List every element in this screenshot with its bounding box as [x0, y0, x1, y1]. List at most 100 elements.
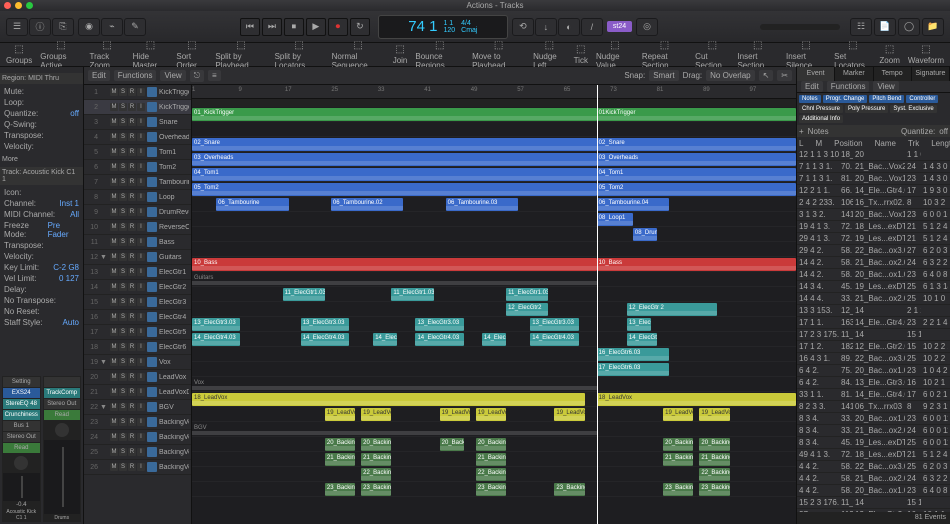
track-lane[interactable]: 13_ElecGtr3.03 13_ElecGtr3.03 13_ElecGtr3.…: [192, 317, 796, 332]
event-row[interactable]: 6 4 2.84.13_Ele...Gtr3.041610 2 1 1.: [797, 377, 950, 389]
track-header-tom2[interactable]: 6MSRITom2: [84, 160, 191, 175]
track-lane[interactable]: 19_LeadVoxD19_LeadVoxD19_LeadVoxD19_Lead…: [192, 407, 796, 422]
region[interactable]: 22_BackingVox: [476, 468, 506, 481]
region[interactable]: BGV: [192, 423, 597, 436]
region[interactable]: 01KickTrigger: [597, 108, 796, 121]
track-header-kicktrigger[interactable]: 1MSRIKickTrigger: [84, 85, 191, 100]
region[interactable]: 19_LeadVoxD: [699, 408, 729, 421]
inspector-row[interactable]: Vel Limit:0 127: [4, 273, 79, 284]
track-header-overheads[interactable]: 4MSRIOverheads: [84, 130, 191, 145]
region[interactable]: 23_BackingVox: [699, 483, 729, 496]
region[interactable]: 13_ElecGtr3.03: [627, 318, 651, 331]
region[interactable]: 06_Tambourine: [216, 198, 288, 211]
region[interactable]: 19_LeadVoxD: [663, 408, 693, 421]
region[interactable]: 02_Snare: [597, 138, 796, 151]
event-list[interactable]: 12 1 1 3 102.18_Les...x01.01201 1 0 168.…: [797, 149, 950, 512]
region[interactable]: 21_BackingVox: [663, 453, 693, 466]
event-row[interactable]: 12 1 1 3 102.18_Les...x01.01201 1 0 168.: [797, 149, 950, 161]
rewind-button[interactable]: ⏮: [240, 18, 260, 36]
event-row[interactable]: 33 1 1.81.14_Ele...Gtr4.04176 0 2 1.: [797, 389, 950, 401]
output-slot-2[interactable]: Stereo Out: [44, 399, 81, 409]
track-header-snare[interactable]: 3MSRISnare: [84, 115, 191, 130]
inspector-row[interactable]: Transpose:: [4, 240, 79, 251]
event-row[interactable]: 15 2 3 176.11_Ele...Gtr1.021415 1 2 2.: [797, 497, 950, 509]
lcd-display[interactable]: 74 1 1 1 120 4/4 Cmaj: [378, 15, 508, 39]
fx-slot-2[interactable]: TrackComp: [44, 388, 81, 398]
track-header-elecgtr2[interactable]: 14MSRIElecGtr2: [84, 280, 191, 295]
region[interactable]: 19_LeadVoxD: [554, 408, 584, 421]
track-header-backingvox2[interactable]: 24MSRIBackingVox2: [84, 430, 191, 445]
minimize-icon[interactable]: [15, 2, 22, 9]
region[interactable]: 23_BackingVox: [476, 483, 506, 496]
track-header-tambourine[interactable]: 7MSRITambourine: [84, 175, 191, 190]
output-slot[interactable]: Stereo Out: [3, 432, 40, 442]
library-button[interactable]: ☰: [6, 18, 28, 36]
toolbar-nudge-value[interactable]: ⬚Nudge Value: [596, 40, 634, 70]
track-inspector-header[interactable]: Track: Acoustic Kick C1 1: [0, 167, 83, 185]
event-row[interactable]: 2 4 2 233.106.16_Tx...rrx02.810 3 2 141.: [797, 197, 950, 209]
midi-button[interactable]: ◎: [636, 18, 658, 36]
event-row[interactable]: 8 3 4.33.20_Bac...ox1.03236 0 0 116.: [797, 413, 950, 425]
event-row[interactable]: 12 2 1 1.66.14_Ele...Gtr4.02171 9 3 0.: [797, 185, 950, 197]
track-header-backingvox3[interactable]: 25MSRIBackingVox3: [84, 445, 191, 460]
column-header[interactable]: Position: [834, 139, 862, 148]
region[interactable]: 13_ElecGtr3.03: [301, 318, 349, 331]
track-header-vox[interactable]: 19▼MSRIVox: [84, 355, 191, 370]
region[interactable]: 14_ElecGtr4.03: [415, 333, 463, 346]
region[interactable]: 10_Bass: [192, 258, 597, 271]
region[interactable]: 04_Tom1: [192, 168, 597, 181]
inspector-row[interactable]: Icon:: [4, 187, 79, 198]
event-row[interactable]: 3 1 3 2.141.20_Bac...Vox1.01236 0 0 16.: [797, 209, 950, 221]
inspector-row[interactable]: Delay:: [4, 284, 79, 295]
track-lane[interactable]: 03_Overheads03_Overheads: [192, 152, 796, 167]
close-icon[interactable]: [4, 2, 11, 9]
toolbar-split-by-playhead[interactable]: ⬚Split by Playhead: [215, 40, 266, 70]
setting-slot-2[interactable]: [44, 377, 81, 387]
region[interactable]: 06_Tambourine.03: [446, 198, 518, 211]
inspector-row[interactable]: Transpose:: [4, 130, 79, 141]
region-inspector-header[interactable]: Region: MIDI Thru: [0, 73, 83, 84]
cycle-button[interactable]: ↻: [350, 18, 370, 36]
region[interactable]: 23_BackingVox: [554, 483, 584, 496]
event-row[interactable]: 7 1 1 3 1.81.20_Bac...Vox1.01231 4 3 0.: [797, 173, 950, 185]
toolbar-zoom[interactable]: ⬚Zoom: [879, 44, 899, 65]
automation-toggle[interactable]: ⎋: [190, 70, 204, 82]
toolbar-waveform[interactable]: ⬚Waveform: [908, 44, 944, 65]
region[interactable]: 14_ElecGtr4.04: [482, 333, 506, 346]
track-header-elecgtr6[interactable]: 18MSRIElecGtr6: [84, 340, 191, 355]
quantize-value[interactable]: off: [939, 127, 948, 136]
inspector-row[interactable]: Key Limit:C-2 G8: [4, 262, 79, 273]
filter-controller[interactable]: Controller: [906, 95, 938, 103]
track-header-backingvox1[interactable]: 23MSRIBackingVox1: [84, 415, 191, 430]
track-header-bass[interactable]: 11MSRIBass: [84, 235, 191, 250]
event-row[interactable]: 29 4 1 3.72.19_Les...exDT.01215 1 2 4.: [797, 233, 950, 245]
drag-value[interactable]: No Overlap: [706, 70, 754, 81]
track-lane[interactable]: 06_Tambourine06_Tambourine.0206_Tambouri…: [192, 197, 796, 212]
region[interactable]: 20_Backi: [440, 438, 464, 451]
region[interactable]: 13_ElecGtr3.03: [415, 318, 463, 331]
column-header[interactable]: Length: [931, 139, 950, 148]
toolbar-track-zoom[interactable]: ⬚Track Zoom: [90, 40, 125, 70]
track-lane[interactable]: 12_ElecGtr212_ElecGtr 2: [192, 302, 796, 317]
region[interactable]: 14_ElecGtr4: [627, 333, 657, 346]
track-lane[interactable]: 08_Loop1: [192, 212, 796, 227]
inspector-row[interactable]: MIDI Channel:All: [4, 209, 79, 220]
region[interactable]: 18_LeadVox: [597, 393, 796, 406]
toolbar-join[interactable]: ⬚Join: [393, 44, 408, 65]
region[interactable]: 11_ElecGtr1.03: [283, 288, 325, 301]
edit-menu[interactable]: Edit: [88, 70, 110, 81]
track-lane[interactable]: 08_DrumRev: [192, 227, 796, 242]
region[interactable]: 12_ElecGtr 2: [627, 303, 718, 316]
toolbar-set-locators[interactable]: ⬚Set Locators: [834, 40, 871, 70]
solo-button[interactable]: ◐: [558, 18, 580, 36]
click-button[interactable]: /: [581, 18, 603, 36]
toolbar-insert-silence[interactable]: ⬚Insert Silence: [786, 40, 826, 70]
region[interactable]: Guitars: [192, 273, 597, 286]
volume-fader-2[interactable]: [44, 440, 81, 514]
arrange-area[interactable]: 191725334149576573818997105 Inst 1Inst 1…: [192, 85, 796, 524]
notepad-button[interactable]: 📄: [874, 18, 896, 36]
region[interactable]: 17_ElecGtr6.03: [597, 363, 669, 376]
stop-button[interactable]: ⏹: [284, 18, 304, 36]
region[interactable]: 23_BackingVox: [663, 483, 693, 496]
event-row[interactable]: 8 2 3 3.141.06_Tx...rrx0389 2 3 195.: [797, 401, 950, 413]
